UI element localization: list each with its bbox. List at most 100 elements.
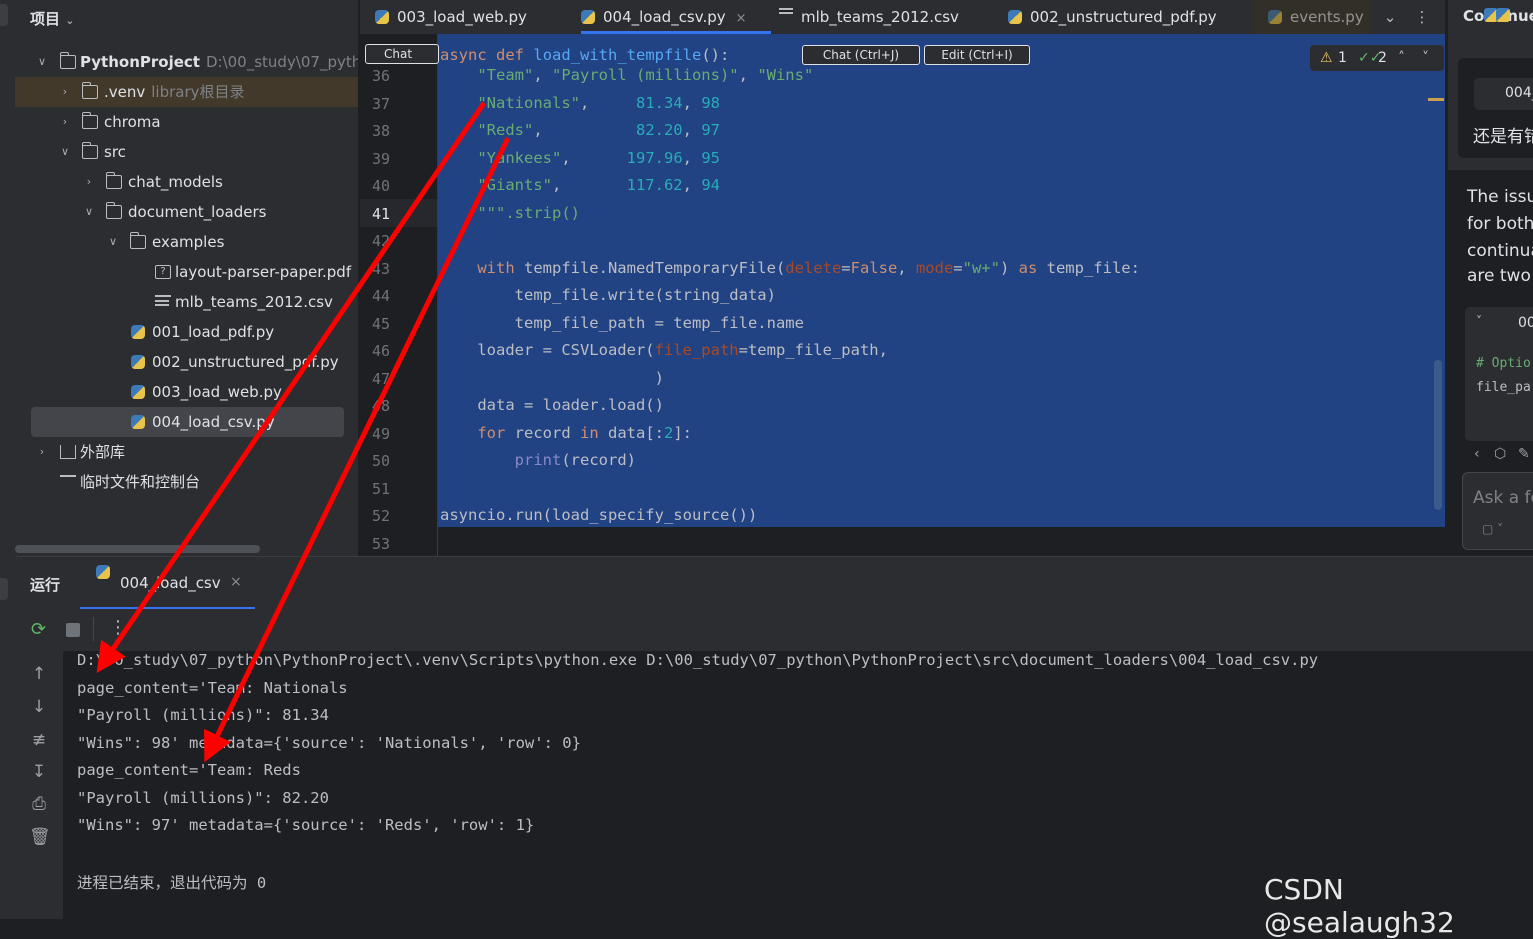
chevron-down-icon[interactable]: ∨	[82, 197, 96, 227]
more-options-icon[interactable]: ⋮	[109, 617, 127, 638]
stop-icon[interactable]	[66, 623, 80, 637]
run-panel-title: 运行	[30, 576, 61, 594]
file-chip-label: 004_	[1505, 85, 1533, 101]
python-file-icon	[581, 10, 595, 24]
run-toolbar: ⟳ ⋮	[15, 609, 1533, 651]
code-line[interactable]: print(record)	[440, 451, 636, 469]
print-icon[interactable]: ⎙	[29, 794, 49, 814]
line-number: 51	[371, 479, 390, 498]
tree-item[interactable]: ∨ examples	[15, 227, 358, 257]
line-number: 53	[371, 534, 390, 553]
pencil-icon[interactable]: ✎	[1518, 446, 1530, 462]
code-line[interactable]: for record in data[:2]:	[440, 424, 692, 442]
code-line[interactable]: loader = CSVLoader(file_path=temp_file_p…	[440, 341, 888, 359]
line-number: 48	[371, 397, 390, 415]
tree-item[interactable]: ∨ document_loaders	[15, 197, 358, 227]
close-icon[interactable]: ×	[736, 11, 747, 26]
editor-tab[interactable]: 003_load_web.py	[375, 0, 555, 34]
inspections-widget[interactable]: ⚠ 1 ✓✓ 2 ˄ ˅	[1310, 45, 1444, 71]
chevron-right-icon[interactable]: ›	[35, 437, 49, 467]
tree-item[interactable]: 003_load_web.py	[15, 377, 358, 407]
code-line[interactable]: with tempfile.NamedTemporaryFile(delete=…	[440, 259, 1140, 277]
code-line[interactable]: temp_file_path = temp_file.name	[440, 314, 804, 332]
chat-mode-icon[interactable]: ▢ ˅	[1482, 522, 1503, 536]
line-number: 39	[371, 149, 390, 168]
tree-item-label: 外部库	[80, 443, 126, 461]
code-line[interactable]: asyncio.run(load_specify_source())	[440, 506, 757, 524]
python-file-icon	[96, 565, 110, 579]
chat-hint-button[interactable]: Chat (Ctrl	[365, 44, 439, 64]
code-line[interactable]: temp_file.write(string_data)	[440, 286, 776, 304]
code-line[interactable]: "Reds", 82.20, 97	[440, 121, 720, 139]
code-line[interactable]: "Giants", 117.62, 94	[440, 176, 720, 194]
cube-icon[interactable]: ⬡	[1494, 446, 1506, 462]
code-line[interactable]: "Team", "Payroll (millions)", "Wins"	[440, 66, 813, 84]
tree-item[interactable]: ? layout-parser-paper.pdf	[15, 257, 358, 287]
folder-icon	[129, 232, 146, 249]
editor-tab[interactable]: 002_unstructured_pdf.py	[1008, 0, 1228, 34]
tree-item[interactable]: › chroma	[15, 107, 358, 137]
chevron-right-icon[interactable]: ›	[58, 77, 72, 107]
tree-item[interactable]: 001_load_pdf.py	[15, 317, 358, 347]
line-number: 38	[371, 122, 390, 140]
chevron-right-icon[interactable]: ›	[58, 107, 72, 137]
chevron-down-icon[interactable]: ˅	[1422, 45, 1429, 71]
chevron-down-icon[interactable]: ∨	[106, 227, 120, 257]
run-panel-header: 运行 004_load_csv ×	[15, 556, 1533, 610]
editor-tab[interactable]: mlb_teams_2012.csv	[779, 0, 984, 34]
chevron-down-icon[interactable]: ∨	[58, 137, 72, 167]
nav-back-icon[interactable]: ‹	[1474, 446, 1480, 462]
chevron-down-icon[interactable]: ∨	[35, 47, 49, 77]
edit-hint-button[interactable]: Edit (Ctrl+I)	[924, 45, 1030, 65]
response-text: The issu	[1467, 187, 1533, 207]
tree-item[interactable]: mlb_teams_2012.csv	[15, 287, 358, 317]
close-icon[interactable]: ×	[230, 574, 242, 590]
vertical-scrollbar[interactable]	[1434, 360, 1442, 510]
code-line[interactable]: "Yankees", 197.96, 95	[440, 149, 720, 167]
soft-wrap-icon[interactable]: ≢	[29, 730, 49, 750]
tool-window-icon[interactable]	[0, 4, 8, 26]
scroll-to-end-icon[interactable]: ↧	[29, 762, 49, 782]
tree-item[interactable]: › 外部库	[15, 437, 358, 467]
code-line[interactable]: data = loader.load()	[440, 396, 664, 414]
tree-item[interactable]: 004_load_csv.py	[31, 407, 344, 437]
code-area[interactable]	[438, 527, 1445, 556]
tree-item-label: examples	[152, 233, 225, 251]
code-line[interactable]: )	[440, 369, 664, 387]
line-number: 37	[371, 94, 390, 113]
tree-item-label: 002_unstructured_pdf.py	[152, 353, 339, 371]
ai-input-box[interactable]	[1462, 472, 1533, 550]
horizontal-scrollbar[interactable]	[15, 545, 260, 553]
tree-item[interactable]: ∨ PythonProjectD:\00_study\07_python	[15, 47, 358, 77]
tree-item[interactable]: › chat_models	[15, 167, 358, 197]
rerun-icon[interactable]: ⟳	[31, 619, 46, 640]
tree-item[interactable]: 临时文件和控制台	[15, 467, 358, 497]
code-line[interactable]: async def load_with_tempfile():	[440, 46, 729, 64]
python-file-icon	[131, 385, 145, 399]
chevron-up-icon[interactable]: ˄	[1398, 45, 1405, 71]
line-number: 43	[371, 259, 390, 278]
arrow-up-icon[interactable]: ↑	[29, 664, 49, 684]
chevron-down-icon[interactable]: ⌄	[1376, 0, 1404, 34]
warning-marker[interactable]	[1428, 98, 1444, 101]
tree-item[interactable]: › .venv library根目录	[15, 77, 358, 107]
chat-hint-button[interactable]: Chat (Ctrl+J)	[802, 45, 920, 65]
arrow-down-icon[interactable]: ↓	[29, 697, 49, 717]
line-number: 36	[371, 67, 390, 85]
toolbar-divider	[93, 617, 94, 641]
more-options-icon[interactable]: ⋮	[1410, 0, 1434, 34]
project-panel-title[interactable]: 项目 ⌄	[30, 8, 74, 29]
chevron-right-icon[interactable]: ›	[82, 167, 96, 197]
editor-tab[interactable]: 004_load_csv.py ×	[581, 0, 771, 34]
code-line[interactable]: """.strip()	[440, 204, 580, 222]
run-tab-label[interactable]: 004_load_csv	[120, 574, 221, 592]
tree-item[interactable]: 002_unstructured_pdf.py	[15, 347, 358, 377]
tree-item-label: 临时文件和控制台	[80, 473, 201, 491]
folder-icon	[81, 142, 98, 159]
warning-count: 1	[1338, 50, 1347, 66]
trash-icon[interactable]: 🗑	[29, 827, 51, 847]
code-line[interactable]: "Nationals", 81.34, 98	[440, 94, 720, 112]
tool-window-icon[interactable]	[0, 578, 8, 600]
tree-item[interactable]: ∨ src	[15, 137, 358, 167]
chevron-down-icon[interactable]: ˅	[1476, 314, 1482, 328]
